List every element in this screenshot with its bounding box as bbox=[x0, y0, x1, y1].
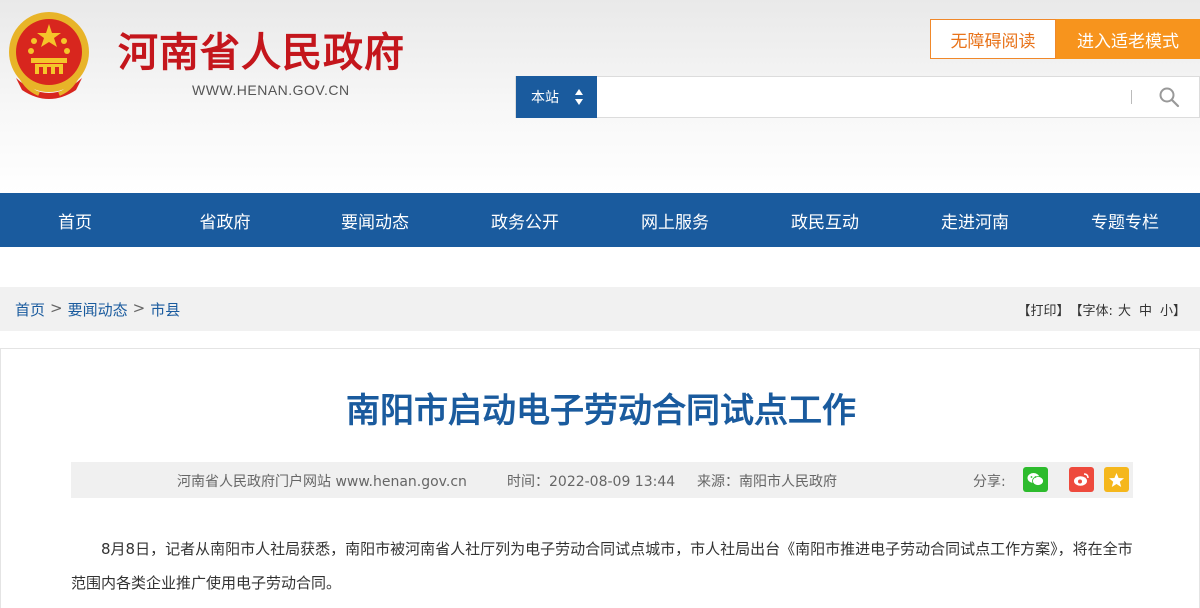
breadcrumb-separator: > bbox=[132, 299, 146, 317]
article: 南阳市启动电子劳动合同试点工作 河南省人民政府门户网站 www.henan.go… bbox=[0, 348, 1200, 608]
weibo-icon bbox=[1074, 473, 1089, 486]
font-size-suffix: 】 bbox=[1172, 304, 1186, 319]
national-emblem-icon bbox=[9, 12, 89, 99]
wechat-icon bbox=[1027, 473, 1044, 486]
search-divider bbox=[1131, 90, 1132, 104]
share-label: 分享: bbox=[973, 474, 1006, 490]
favorite-star-icon bbox=[1109, 472, 1124, 487]
nav-item-interaction[interactable]: 政民互动 bbox=[750, 193, 900, 247]
breadcrumb-home[interactable]: 首页 bbox=[15, 299, 45, 320]
accessibility-reading-button[interactable]: 无障碍阅读 bbox=[930, 19, 1056, 59]
search-scope-select[interactable]: 本站 bbox=[516, 76, 597, 118]
nav-item-home[interactable]: 首页 bbox=[0, 193, 150, 247]
share-favorite-button[interactable] bbox=[1104, 467, 1129, 492]
nav-item-provincial-government[interactable]: 省政府 bbox=[150, 193, 300, 247]
share-weibo-button[interactable] bbox=[1069, 467, 1094, 492]
article-time: 时间：2022-08-09 13:44 bbox=[507, 474, 676, 490]
search-icon[interactable] bbox=[1158, 86, 1180, 108]
nav-item-news[interactable]: 要闻动态 bbox=[300, 193, 450, 247]
main-nav: 首页 省政府 要闻动态 政务公开 网上服务 政民互动 走进河南 专题专栏 bbox=[0, 193, 1200, 247]
breadcrumb-bar: 首页 > 要闻动态 > 市县 【打印】 【字体: 大 中 小 】 bbox=[0, 287, 1200, 331]
nav-item-government-affairs[interactable]: 政务公开 bbox=[450, 193, 600, 247]
nav-item-online-services[interactable]: 网上服务 bbox=[600, 193, 750, 247]
article-paragraph: 8月8日，记者从南阳市人社局获悉，南阳市被河南省人社厅列为电子劳动合同试点城市，… bbox=[71, 540, 1133, 592]
site-title: 河南省人民政府 bbox=[118, 29, 405, 76]
font-small-button[interactable]: 小 bbox=[1160, 300, 1173, 319]
article-meta: 河南省人民政府门户网站 www.henan.gov.cn 时间：2022-08-… bbox=[71, 462, 1133, 498]
search-scope-label: 本站 bbox=[531, 90, 559, 106]
font-medium-button[interactable]: 中 bbox=[1139, 300, 1152, 319]
nav-item-topics[interactable]: 专题专栏 bbox=[1050, 193, 1200, 247]
search-input[interactable] bbox=[598, 77, 1118, 117]
breadcrumb-separator: > bbox=[50, 299, 63, 317]
font-large-button[interactable]: 大 bbox=[1118, 300, 1131, 319]
site-header: 河南省人民政府 WWW.HENAN.GOV.CN 无障碍阅读 进入适老模式 本站 bbox=[0, 0, 1200, 193]
breadcrumb-cities[interactable]: 市县 bbox=[150, 299, 180, 320]
breadcrumb-news[interactable]: 要闻动态 bbox=[68, 299, 128, 320]
elder-mode-button[interactable]: 进入适老模式 bbox=[1056, 19, 1200, 59]
search-bar: 本站 bbox=[515, 76, 1200, 118]
article-tools: 【打印】 【字体: 大 中 小 】 bbox=[1018, 300, 1186, 319]
font-size-label: 【字体: bbox=[1069, 304, 1113, 319]
article-origin: 来源：南阳市人民政府 bbox=[697, 474, 837, 490]
article-source-site: 河南省人民政府门户网站 www.henan.gov.cn bbox=[177, 474, 467, 490]
site-url: WWW.HENAN.GOV.CN bbox=[192, 82, 350, 98]
print-button[interactable]: 【打印】 bbox=[1018, 300, 1070, 319]
share-wechat-button[interactable] bbox=[1023, 467, 1048, 492]
nav-item-about-henan[interactable]: 走进河南 bbox=[900, 193, 1050, 247]
breadcrumb: 首页 > 要闻动态 > 市县 bbox=[15, 299, 180, 320]
article-title: 南阳市启动电子劳动合同试点工作 bbox=[346, 391, 856, 431]
sort-arrows-icon bbox=[575, 89, 583, 105]
